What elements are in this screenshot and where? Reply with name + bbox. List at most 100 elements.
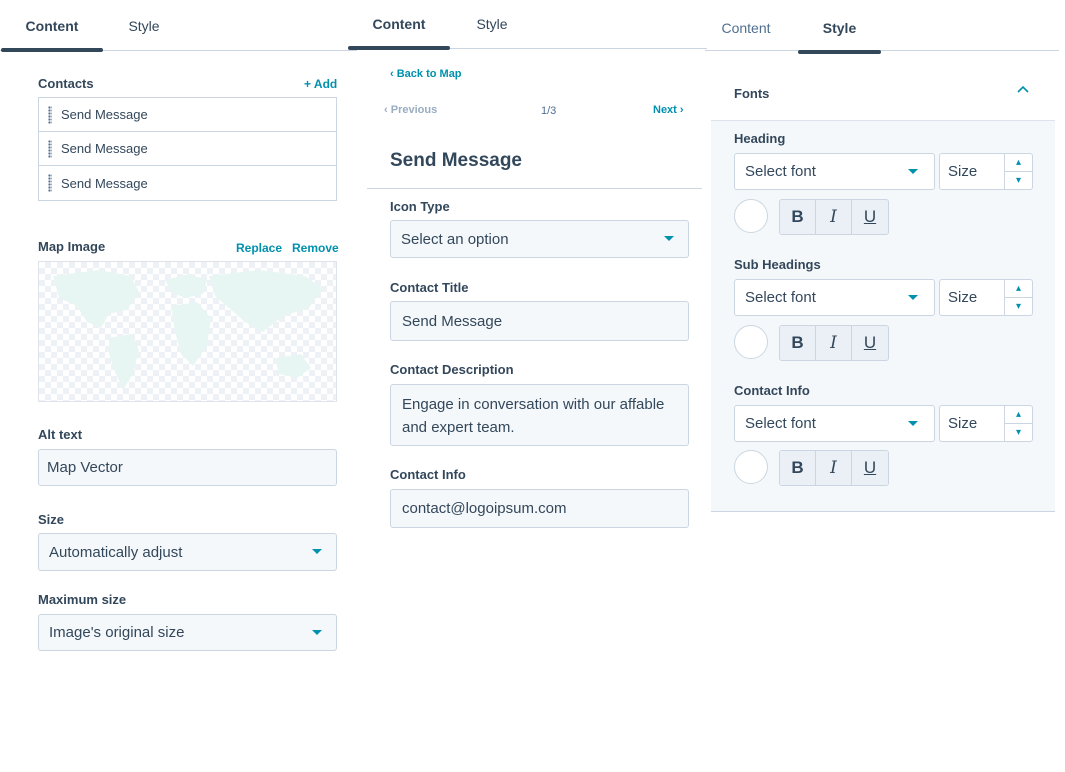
size-select[interactable]: Automatically adjust — [38, 533, 337, 571]
fonts-section: Heading Select font Size ▴ ▾ B I U Sub H… — [711, 120, 1055, 512]
pager-count: 1/3 — [541, 105, 557, 117]
content-panel-module: Content Style Contacts + Add Send Messag… — [0, 0, 357, 772]
bold-button[interactable]: B — [780, 200, 816, 234]
contacts-label: Contacts — [38, 76, 94, 91]
icon-type-select[interactable]: Select an option — [390, 220, 689, 258]
bold-button[interactable]: B — [780, 451, 816, 485]
fonts-section-title[interactable]: Fonts — [734, 86, 769, 101]
heading-color-picker[interactable] — [734, 199, 768, 233]
heading-font-label: Heading — [734, 131, 786, 146]
chevron-up-icon[interactable] — [1017, 84, 1029, 99]
drag-handle-icon[interactable] — [48, 105, 52, 124]
tab-bar: Content Style — [348, 0, 707, 50]
chevron-up-icon[interactable]: ▴ — [1005, 154, 1032, 172]
size-label: Size — [38, 512, 65, 527]
style-panel: Content Style Fonts Heading Select font … — [705, 0, 1065, 772]
previous-label: Previous — [390, 104, 438, 116]
list-item[interactable]: Send Message — [39, 98, 336, 132]
heading-size-input[interactable]: Size ▴ ▾ — [939, 153, 1033, 190]
heading-font-value: Select font — [745, 163, 816, 180]
contact-info-size-placeholder: Size — [948, 415, 978, 432]
contact-info-font-select[interactable]: Select font — [734, 405, 935, 442]
maximum-size-label: Maximum size — [38, 592, 127, 607]
chevron-down-icon[interactable]: ▾ — [1005, 298, 1032, 316]
maximum-size-select-value: Image's original size — [49, 624, 185, 641]
contact-info-input[interactable]: contact@logoipsum.com — [390, 489, 689, 528]
chevron-down-icon — [908, 168, 918, 174]
next-button[interactable]: Next › — [653, 104, 684, 116]
subheadings-font-value: Select font — [745, 289, 816, 306]
alt-text-input[interactable]: Map Vector — [38, 449, 337, 486]
maximum-size-select[interactable]: Image's original size — [38, 614, 337, 651]
heading-style-buttons: B I U — [779, 199, 889, 235]
subheadings-size-input[interactable]: Size ▴ ▾ — [939, 279, 1033, 316]
contact-item-label: Send Message — [61, 175, 148, 191]
tab-bar: Content Style — [705, 0, 1059, 54]
icon-type-label: Icon Type — [390, 199, 450, 214]
drag-handle-icon[interactable] — [48, 139, 52, 158]
page-title: Send Message — [390, 150, 522, 171]
chevron-down-icon[interactable]: ▾ — [1005, 172, 1032, 190]
size-stepper: ▴ ▾ — [1004, 406, 1032, 441]
chevron-down-icon — [312, 549, 322, 554]
list-item[interactable]: Send Message — [39, 132, 336, 166]
contact-info-label: Contact Info — [390, 467, 466, 482]
list-item[interactable]: Send Message — [39, 166, 336, 200]
remove-image-button[interactable]: Remove — [292, 241, 339, 255]
chevron-down-icon — [664, 236, 674, 241]
tab-style[interactable]: Style — [110, 0, 178, 50]
chevron-up-icon[interactable]: ▴ — [1005, 406, 1032, 424]
contact-item-label: Send Message — [61, 107, 148, 122]
italic-button[interactable]: I — [816, 451, 852, 485]
tab-style[interactable]: Style — [798, 2, 881, 54]
tab-content[interactable]: Content — [705, 2, 787, 52]
replace-image-button[interactable]: Replace — [236, 241, 282, 255]
tab-bar: Content Style — [0, 0, 357, 52]
divider — [367, 188, 702, 189]
chevron-right-icon: › — [679, 104, 684, 116]
underline-button[interactable]: U — [852, 451, 888, 485]
contact-info-color-picker[interactable] — [734, 450, 768, 484]
contact-description-label: Contact Description — [390, 362, 514, 377]
next-label: Next — [653, 104, 677, 116]
size-stepper: ▴ ▾ — [1004, 280, 1032, 315]
map-image-label: Map Image — [38, 239, 106, 254]
underline-button[interactable]: U — [852, 200, 888, 234]
drag-handle-icon[interactable] — [48, 174, 52, 192]
subheadings-font-label: Sub Headings — [734, 257, 821, 272]
italic-button[interactable]: I — [816, 326, 852, 360]
world-map-icon — [53, 270, 323, 390]
content-panel-contact: Content Style ‹ Back to Map ‹ Previous 1… — [348, 0, 707, 772]
back-to-map-link[interactable]: ‹ Back to Map — [390, 68, 462, 80]
chevron-left-icon: ‹ — [390, 68, 394, 80]
chevron-up-icon[interactable]: ▴ — [1005, 280, 1032, 298]
chevron-left-icon: ‹ — [384, 104, 388, 116]
icon-type-select-value: Select an option — [401, 230, 509, 248]
contact-info-style-buttons: B I U — [779, 450, 889, 486]
subheadings-style-buttons: B I U — [779, 325, 889, 361]
contact-description-textarea[interactable]: Engage in conversation with our affable … — [390, 384, 689, 446]
contact-item-label: Send Message — [61, 141, 148, 156]
italic-button[interactable]: I — [816, 200, 852, 234]
tab-content[interactable]: Content — [348, 0, 450, 50]
chevron-down-icon[interactable]: ▾ — [1005, 424, 1032, 442]
subheadings-font-select[interactable]: Select font — [734, 279, 935, 316]
subheadings-color-picker[interactable] — [734, 325, 768, 359]
tab-content[interactable]: Content — [1, 0, 103, 52]
chevron-down-icon — [908, 420, 918, 426]
bold-button[interactable]: B — [780, 326, 816, 360]
back-to-map-label: Back to Map — [396, 68, 462, 80]
contact-title-input[interactable]: Send Message — [390, 301, 689, 341]
previous-button[interactable]: ‹ Previous — [384, 104, 437, 116]
contact-info-font-label: Contact Info — [734, 383, 810, 398]
add-contact-button[interactable]: + Add — [304, 77, 337, 91]
heading-size-placeholder: Size — [948, 163, 978, 180]
heading-font-select[interactable]: Select font — [734, 153, 935, 190]
contact-title-label: Contact Title — [390, 280, 469, 295]
contact-info-font-value: Select font — [745, 415, 816, 432]
contact-info-size-input[interactable]: Size ▴ ▾ — [939, 405, 1033, 442]
size-select-value: Automatically adjust — [49, 543, 183, 561]
underline-button[interactable]: U — [852, 326, 888, 360]
tab-style[interactable]: Style — [458, 0, 526, 48]
map-image-preview[interactable] — [38, 261, 337, 402]
